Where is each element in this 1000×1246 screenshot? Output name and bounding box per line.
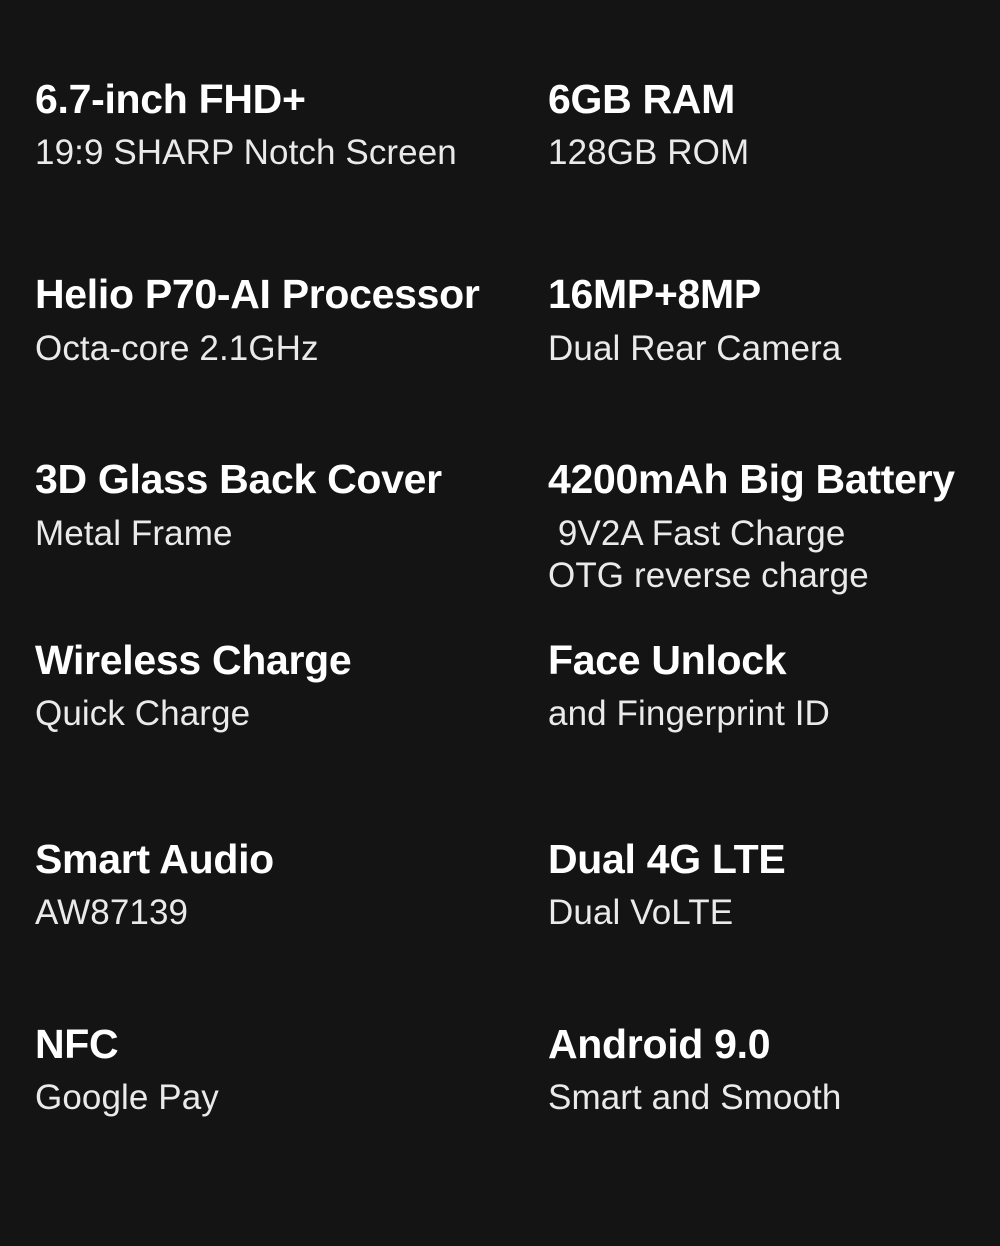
row-spacer bbox=[35, 597, 980, 639]
row-spacer bbox=[35, 369, 980, 458]
spec-subtitle: and Fingerprint ID bbox=[548, 694, 830, 734]
spec-row: Wireless Charge Quick Charge Face Unlock… bbox=[35, 636, 980, 735]
spec-subtitle: Dual Rear Camera bbox=[548, 328, 842, 368]
spec-subtitle: Octa-core 2.1GHz bbox=[35, 328, 319, 368]
spec-row: Helio P70-AI Processor Octa-core 2.1GHz … bbox=[35, 271, 980, 369]
spec-subtitle: Dual VoLTE bbox=[548, 893, 734, 933]
spec-row: NFC Google Pay Android 9.0 Smart and Smo… bbox=[35, 1020, 980, 1119]
spec-subtitle: AW87139 bbox=[35, 893, 189, 933]
spec-subtitle: Google Pay bbox=[35, 1078, 219, 1118]
spec-subtitle: Metal Frame bbox=[35, 513, 233, 553]
spec-title: Face Unlock bbox=[548, 636, 787, 683]
spec-subtitle: 128GB ROM bbox=[548, 133, 750, 173]
row-spacer bbox=[35, 934, 980, 1023]
spec-subtitle: Smart and Smooth bbox=[548, 1078, 842, 1118]
spec-subtitle: 19:9 SHARP Notch Screen bbox=[35, 133, 457, 173]
row-spacer bbox=[35, 174, 980, 273]
spec-row: 6.7-inch FHD+ 19:9 SHARP Notch Screen 6G… bbox=[35, 76, 980, 174]
spec-item-processor: Helio P70-AI Processor Octa-core 2.1GHz bbox=[35, 271, 548, 369]
spec-item-battery: 4200mAh Big Battery 9V2A Fast Charge OTG… bbox=[548, 456, 980, 597]
spec-title: Wireless Charge bbox=[35, 636, 352, 683]
spec-item-audio: Smart Audio AW87139 bbox=[35, 835, 548, 934]
spec-subtitle: Quick Charge bbox=[35, 694, 251, 734]
spec-sheet: 6.7-inch FHD+ 19:9 SHARP Notch Screen 6G… bbox=[0, 0, 1000, 1246]
spec-title: Smart Audio bbox=[35, 835, 274, 882]
spec-item-network: Dual 4G LTE Dual VoLTE bbox=[548, 835, 980, 934]
spec-title: 16MP+8MP bbox=[548, 271, 761, 318]
spec-item-camera: 16MP+8MP Dual Rear Camera bbox=[548, 271, 980, 369]
spec-row: Smart Audio AW87139 Dual 4G LTE Dual VoL… bbox=[35, 835, 980, 934]
spec-item-build: 3D Glass Back Cover Metal Frame bbox=[35, 456, 548, 554]
spec-title: 6GB RAM bbox=[548, 76, 735, 122]
spec-item-biometrics: Face Unlock and Fingerprint ID bbox=[548, 636, 980, 735]
spec-title: 4200mAh Big Battery bbox=[548, 456, 955, 503]
spec-title: 3D Glass Back Cover bbox=[35, 456, 442, 503]
spec-subtitle-secondary: OTG reverse charge bbox=[548, 556, 869, 596]
spec-title: 6.7-inch FHD+ bbox=[35, 76, 306, 122]
spec-item-nfc: NFC Google Pay bbox=[35, 1020, 548, 1119]
spec-title: NFC bbox=[35, 1020, 119, 1067]
spec-title: Helio P70-AI Processor bbox=[35, 271, 480, 318]
spec-item-memory: 6GB RAM 128GB ROM bbox=[548, 76, 980, 174]
spec-item-wireless-charge: Wireless Charge Quick Charge bbox=[35, 636, 548, 735]
spec-subtitle: 9V2A Fast Charge bbox=[548, 513, 846, 553]
spec-title: Dual 4G LTE bbox=[548, 835, 786, 882]
row-spacer bbox=[35, 735, 980, 838]
spec-item-os: Android 9.0 Smart and Smooth bbox=[548, 1020, 980, 1119]
spec-item-display: 6.7-inch FHD+ 19:9 SHARP Notch Screen bbox=[35, 76, 548, 174]
spec-title: Android 9.0 bbox=[548, 1020, 771, 1067]
spec-row: 3D Glass Back Cover Metal Frame 4200mAh … bbox=[35, 456, 980, 597]
